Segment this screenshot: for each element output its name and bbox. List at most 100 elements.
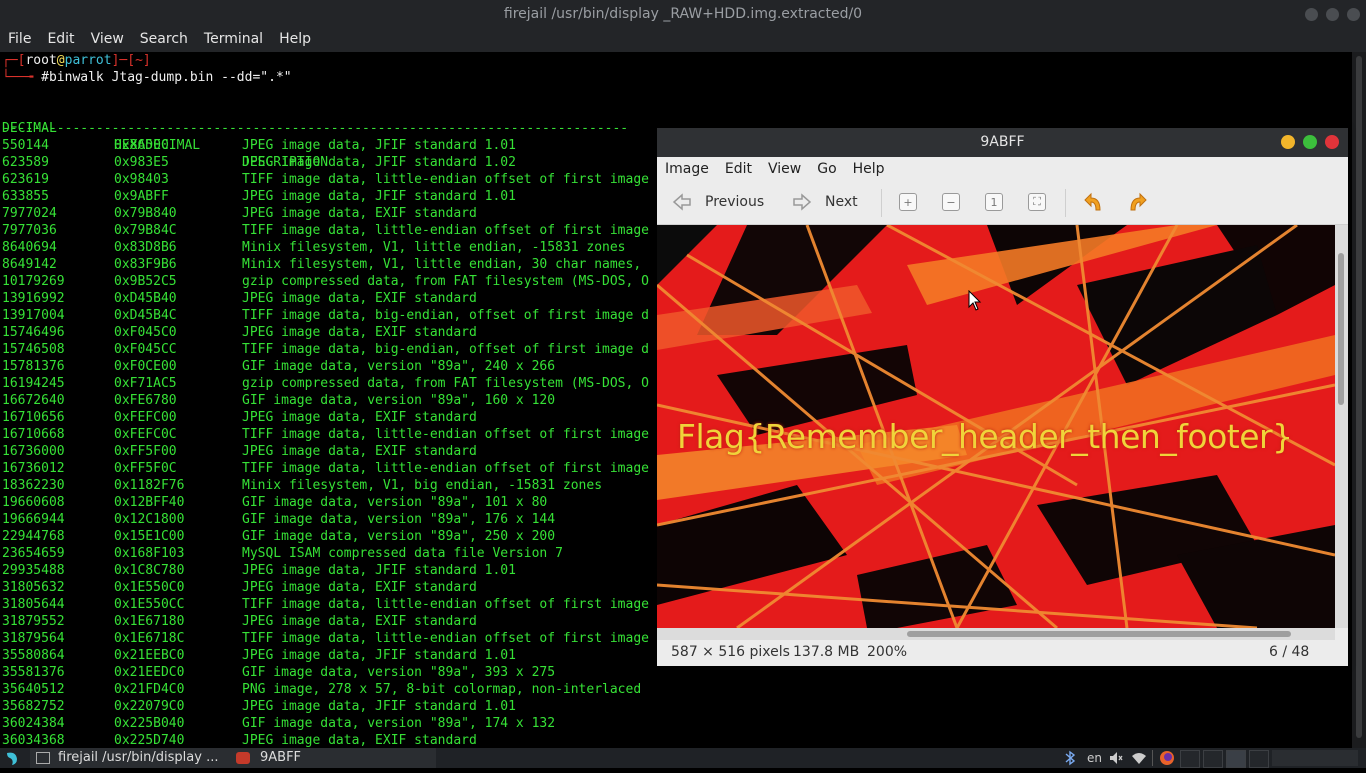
keyboard-layout[interactable]: en — [1087, 750, 1102, 766]
zoom-fit-button[interactable]: ⛶ — [1024, 189, 1050, 215]
menu-search[interactable]: Search — [132, 29, 196, 49]
row-decimal: 8640694 — [2, 240, 57, 255]
row-hex: 0xD45B4C — [114, 308, 177, 323]
row-description: PNG image, 278 x 57, 8-bit colormap, non… — [242, 682, 642, 697]
workspace-2[interactable] — [1203, 750, 1223, 768]
viewer-maximize-button[interactable] — [1303, 135, 1317, 149]
terminal-scroll-thumb[interactable] — [1356, 56, 1362, 738]
zoom-in-button[interactable]: + — [895, 189, 921, 215]
table-row: 36034368 0x225D740 JPEG image data, EXIF s… — [0, 732, 1350, 748]
prompt-host: parrot — [64, 53, 112, 68]
app-menu-button[interactable] — [4, 748, 24, 768]
viewer-menu-go[interactable]: Go — [809, 157, 844, 181]
zoom-normal-button[interactable]: 1 — [981, 189, 1007, 215]
row-decimal: 29935488 — [2, 563, 65, 578]
row-description: Minix filesystem, V1, big endian, -15831… — [242, 478, 603, 493]
row-hex: 0x9B52C5 — [114, 274, 177, 289]
close-button[interactable] — [1347, 8, 1360, 21]
prompt-user: root — [25, 53, 57, 68]
flag-text: Flag{Remember_header_then_footer} — [677, 417, 1293, 456]
next-button[interactable]: Next — [789, 189, 858, 215]
volume-icon[interactable] — [1108, 750, 1124, 766]
table-row: 35640512 0x21FD4C0 PNG image, 278 x 57, 8-… — [0, 681, 1350, 698]
menu-view[interactable]: View — [83, 29, 132, 49]
clock-area — [1272, 750, 1358, 766]
viewer-minimize-button[interactable] — [1281, 135, 1295, 149]
row-description: GIF image data, version "89a", 393 x 275 — [242, 665, 556, 680]
row-hex: 0x983E5 — [114, 155, 169, 170]
row-description: JPEG image data, JFIF standard 1.01 — [242, 699, 516, 714]
row-description: GIF image data, version "89a", 240 x 266 — [242, 359, 556, 374]
rotate-left-button[interactable] — [1081, 189, 1107, 215]
row-description: TIFF image data, little-endian offset of… — [242, 597, 649, 612]
viewer-menu-help[interactable]: Help — [845, 157, 893, 181]
table-row: 35682752 0x22079C0 JPEG image data, JFIF s… — [0, 698, 1350, 715]
terminal-task-label: firejail /usr/bin/display ... — [58, 750, 219, 765]
displayed-image[interactable]: Flag{Remember_header_then_footer} — [657, 225, 1335, 628]
previous-button[interactable]: Previous — [669, 189, 764, 215]
row-decimal: 16736012 — [2, 461, 65, 476]
terminal-title: firejail /usr/bin/display _RAW+HDD.img.e… — [503, 6, 863, 22]
row-decimal: 16710656 — [2, 410, 65, 425]
row-decimal: 7977036 — [2, 223, 57, 238]
row-decimal: 35581376 — [2, 665, 65, 680]
zoom-fit-icon: ⛶ — [1028, 193, 1046, 211]
row-hex: 0x15E1C00 — [114, 529, 185, 544]
viewer-close-button[interactable] — [1325, 135, 1339, 149]
row-decimal: 7977024 — [2, 206, 57, 221]
terminal-scrollbar[interactable] — [1352, 52, 1366, 748]
menu-help[interactable]: Help — [271, 29, 319, 49]
viewer-menu-edit[interactable]: Edit — [717, 157, 760, 181]
maximize-button[interactable] — [1326, 8, 1339, 21]
row-description: JPEG image data, EXIF standard — [242, 614, 477, 629]
firefox-icon[interactable] — [1158, 750, 1176, 766]
row-decimal: 633855 — [2, 189, 49, 204]
viewer-hscroll-thumb[interactable] — [907, 631, 1291, 637]
viewer-menu-image[interactable]: Image — [657, 157, 717, 181]
viewer-titlebar: 9ABFF — [657, 128, 1348, 157]
prompt-dir: ~ — [135, 53, 143, 68]
menu-file[interactable]: File — [0, 29, 39, 49]
row-description: GIF image data, version "89a", 176 x 144 — [242, 512, 556, 527]
image-viewer-window: 9ABFF Image Edit View Go Help Previous Next … — [657, 128, 1348, 666]
wifi-icon[interactable] — [1131, 750, 1147, 766]
parrot-logo-icon — [7, 752, 17, 765]
viewer-horizontal-scrollbar[interactable] — [657, 628, 1335, 640]
row-description: Minix filesystem, V1, little endian, -15… — [242, 240, 626, 255]
previous-label: Previous — [705, 194, 765, 210]
viewer-title: 9ABFF — [980, 134, 1025, 150]
row-description: gzip compressed data, from FAT filesyste… — [242, 274, 649, 289]
command-line: └──╼ #binwalk Jtag-dump.bin --dd=".*" — [2, 70, 292, 85]
viewer-menu-view[interactable]: View — [760, 157, 809, 181]
table-row: 35581376 0x21EEDC0 GIF image data, version… — [0, 664, 1350, 681]
menu-terminal[interactable]: Terminal — [196, 29, 271, 49]
viewer-vscroll-thumb[interactable] — [1338, 253, 1344, 405]
header-divider: ----------------------------------------… — [2, 121, 629, 136]
menu-edit[interactable]: Edit — [39, 29, 82, 49]
row-description: TIFF image data, big-endian, offset of f… — [242, 342, 649, 357]
next-label: Next — [825, 194, 858, 210]
rotate-right-icon — [1124, 189, 1150, 215]
rotate-right-button[interactable] — [1124, 189, 1150, 215]
row-hex: 0xF0CE00 — [114, 359, 177, 374]
workspace-4[interactable] — [1249, 750, 1269, 768]
minimize-button[interactable] — [1305, 8, 1318, 21]
workspace-3[interactable] — [1226, 750, 1246, 768]
row-hex: 0xFF5F0C — [114, 461, 177, 476]
viewer-vertical-scrollbar[interactable] — [1335, 225, 1348, 628]
mouse-cursor-icon — [968, 290, 982, 311]
workspace-1[interactable] — [1180, 750, 1200, 768]
taskbar-terminal-task[interactable]: firejail /usr/bin/display ... — [30, 748, 236, 768]
row-description: JPEG image data, JFIF standard 1.02 — [242, 155, 516, 170]
row-decimal: 8649142 — [2, 257, 57, 272]
viewer-menubar: Image Edit View Go Help — [657, 157, 1348, 181]
row-hex: 0x79B840 — [114, 206, 177, 221]
row-decimal: 31805632 — [2, 580, 65, 595]
row-decimal: 623619 — [2, 172, 49, 187]
zoom-in-icon: + — [899, 193, 917, 211]
bluetooth-icon[interactable] — [1064, 750, 1076, 766]
zoom-out-button[interactable]: − — [938, 189, 964, 215]
row-decimal: 22944768 — [2, 529, 65, 544]
row-description: JPEG image data, EXIF standard — [242, 444, 477, 459]
taskbar-viewer-task[interactable]: 9ABFF — [232, 748, 436, 768]
